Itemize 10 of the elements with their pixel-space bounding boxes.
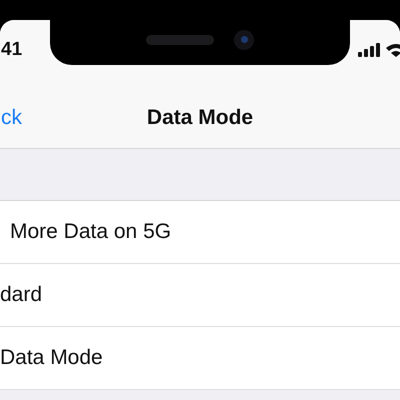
back-button[interactable]: ck [1,106,22,130]
speaker-icon [146,34,214,44]
option-row[interactable]: dard [0,264,400,327]
option-row[interactable]: Data Mode [0,327,400,390]
nav-title: Data Mode [146,106,254,130]
signal-icon [358,43,380,57]
camera-icon [234,30,254,50]
option-row[interactable]: More Data on 5G [0,201,400,264]
wifi-icon [386,43,400,57]
status-time: 41 [1,39,22,61]
